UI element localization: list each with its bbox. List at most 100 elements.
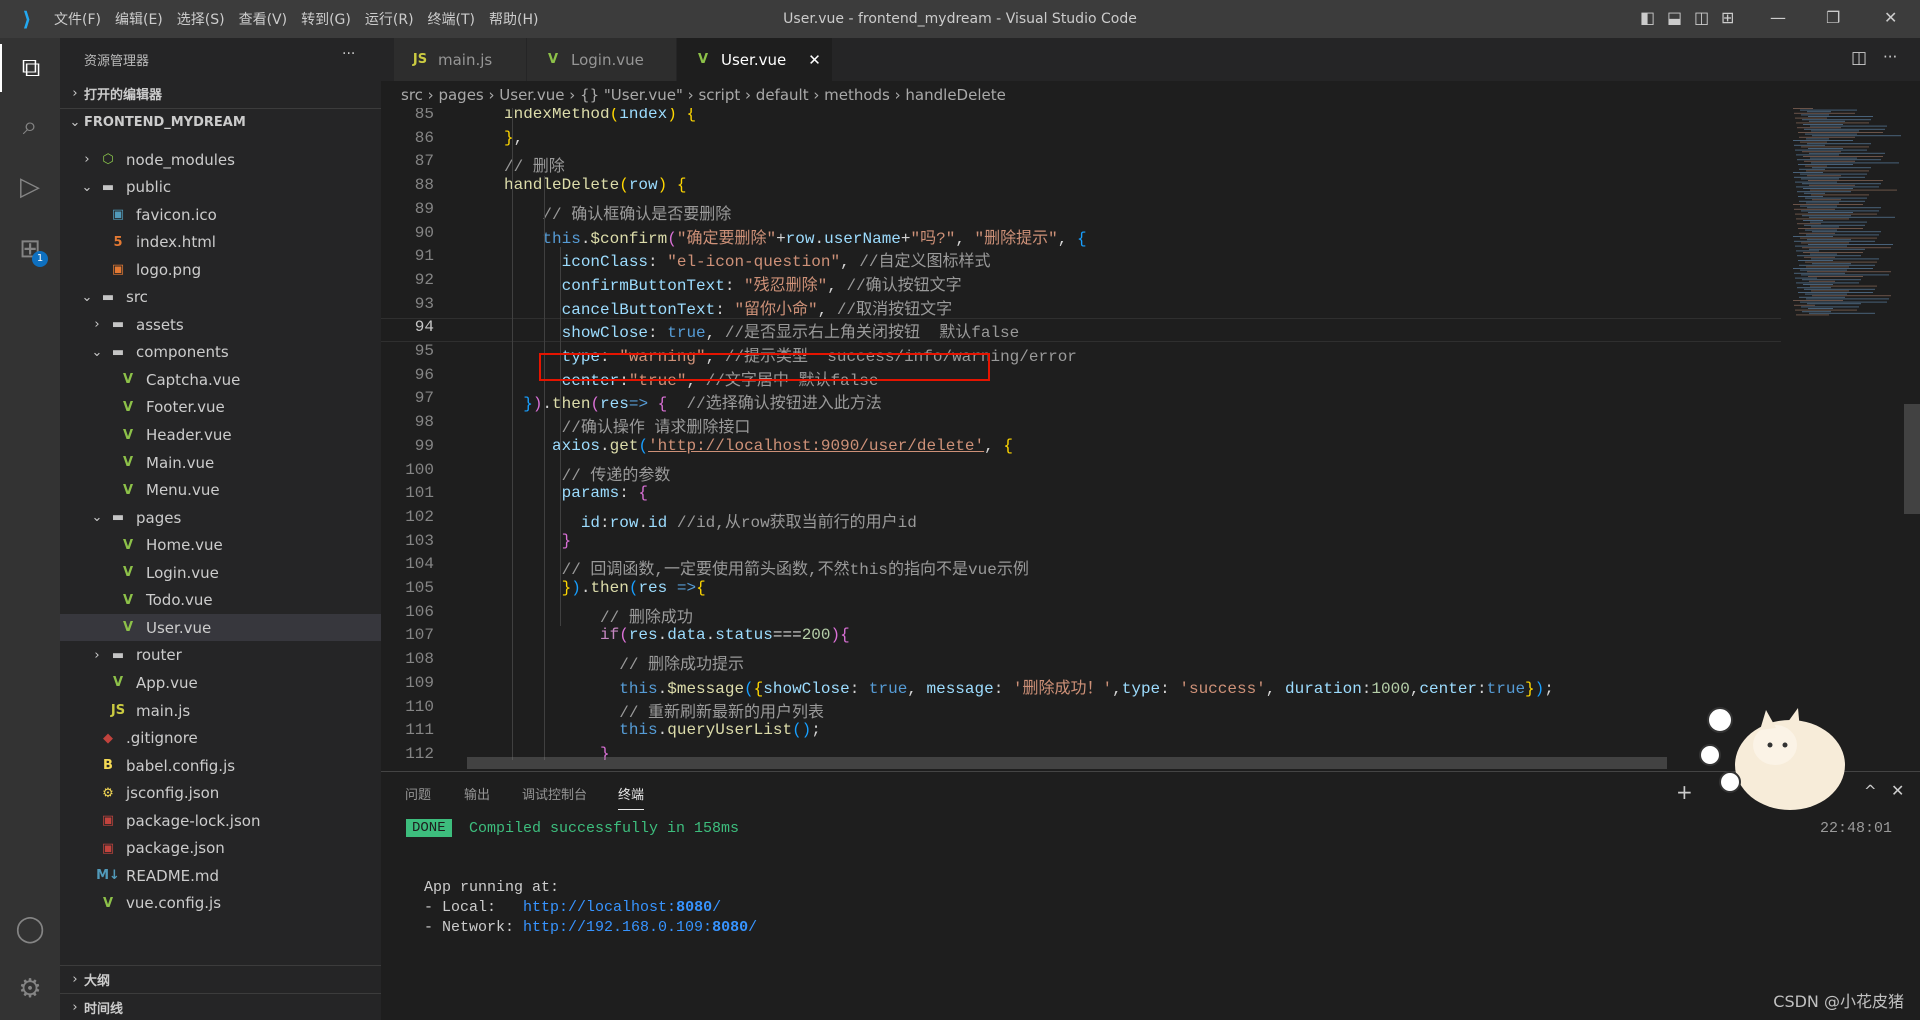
breadcrumb-item[interactable]: {} "User.vue" bbox=[580, 86, 683, 104]
tree-item-file[interactable]: V Captcha.vue bbox=[60, 366, 381, 393]
code-token: === bbox=[772, 626, 802, 645]
panel-tab[interactable]: 问题 bbox=[405, 784, 431, 803]
tree-item-file[interactable]: ⚙ jsconfig.json bbox=[60, 780, 381, 807]
close-tab-icon[interactable]: ✕ bbox=[808, 51, 821, 69]
toggle-sidebar-icon[interactable]: ◧ bbox=[1640, 8, 1655, 27]
tree-item-folder[interactable]: ⌄ ▬ src bbox=[60, 284, 381, 311]
tree-item-folder[interactable]: › ▬ assets bbox=[60, 311, 381, 338]
breadcrumb-item[interactable]: User.vue bbox=[499, 86, 564, 104]
run-debug-icon[interactable]: ▷ bbox=[0, 163, 60, 211]
line-number: 93 bbox=[414, 294, 434, 313]
breadcrumb-item[interactable]: script bbox=[698, 86, 740, 104]
breadcrumb-item[interactable]: handleDelete bbox=[905, 86, 1005, 104]
tree-item-file[interactable]: V Todo.vue bbox=[60, 587, 381, 614]
restore-button[interactable]: ❐ bbox=[1826, 8, 1840, 27]
tree-item-file[interactable]: V Header.vue bbox=[60, 422, 381, 449]
horizontal-scrollbar[interactable] bbox=[467, 757, 1667, 769]
account-icon[interactable]: ◯ bbox=[0, 905, 60, 953]
menu-item[interactable]: 转到(G) bbox=[301, 9, 351, 29]
line-number: 110 bbox=[405, 697, 434, 716]
code-token: true bbox=[1486, 679, 1526, 698]
panel-tab[interactable]: 输出 bbox=[464, 784, 490, 803]
tree-item-file[interactable]: ▣ package-lock.json bbox=[60, 807, 381, 834]
tree-item-file[interactable]: V Home.vue bbox=[60, 532, 381, 559]
tree-item-folder[interactable]: ⌄ ▬ components bbox=[60, 339, 381, 366]
tree-item-file[interactable]: V Footer.vue bbox=[60, 394, 381, 421]
tab-main-js[interactable]: JS main.js bbox=[394, 38, 527, 81]
minimap-line bbox=[1810, 189, 1897, 191]
tree-item-file[interactable]: 5 index.html bbox=[60, 229, 381, 256]
minimap-line bbox=[1808, 308, 1833, 309]
close-panel-icon[interactable]: ✕ bbox=[1891, 781, 1904, 800]
more-actions-icon[interactable]: ··· bbox=[1883, 48, 1897, 66]
menu-item[interactable]: 运行(R) bbox=[365, 9, 414, 29]
tree-item-folder[interactable]: ⌄ ▬ pages bbox=[60, 504, 381, 531]
minimap[interactable] bbox=[1785, 108, 1903, 760]
timeline-section[interactable]: › 时间线 bbox=[60, 993, 381, 1020]
network-url-link[interactable]: http://192.168.0.109:8080/ bbox=[523, 919, 757, 936]
panel-tab[interactable]: 终端 bbox=[618, 784, 645, 810]
breadcrumb-item[interactable]: pages bbox=[438, 86, 483, 104]
tree-item-file[interactable]: V Main.vue bbox=[60, 449, 381, 476]
vue-icon: V bbox=[122, 537, 134, 553]
maximize-panel-icon[interactable]: ^ bbox=[1864, 782, 1877, 800]
annotation-red-box bbox=[539, 353, 990, 381]
customize-layout-icon[interactable]: ⊞ bbox=[1721, 8, 1734, 27]
explorer-icon[interactable]: ⧉ bbox=[0, 44, 60, 92]
split-editor-icon[interactable]: ◫ bbox=[1851, 48, 1867, 68]
code-token: row bbox=[628, 176, 658, 195]
js-icon: JS bbox=[412, 52, 428, 67]
tab-login-vue[interactable]: V Login.vue bbox=[527, 38, 677, 81]
tree-item-file[interactable]: Bbabel.config.js bbox=[60, 752, 381, 779]
npm-icon: ▣ bbox=[101, 813, 115, 829]
vertical-scrollbar[interactable] bbox=[1904, 404, 1920, 514]
toggle-panel-icon[interactable]: ⬓ bbox=[1667, 8, 1682, 27]
tree-item-file[interactable]: ▣ favicon.ico bbox=[60, 201, 381, 228]
minimize-button[interactable]: — bbox=[1770, 8, 1786, 27]
tab-user-vue[interactable]: V User.vue ✕ bbox=[677, 38, 833, 81]
tree-item-folder[interactable]: ⌄ ▬ public bbox=[60, 174, 381, 201]
breadcrumb-item[interactable]: default bbox=[756, 86, 809, 104]
folder-icon: ▬ bbox=[101, 179, 115, 195]
code-token: ( bbox=[744, 679, 754, 698]
code-editor[interactable]: 85 indexMethod(index) {86}, 87// 删除 88 handl… bbox=[381, 108, 1781, 760]
search-icon[interactable]: ⌕ bbox=[0, 102, 60, 150]
toggle-secondary-sidebar-icon[interactable]: ◫ bbox=[1694, 8, 1709, 27]
workspace-root[interactable]: ⌄ FRONTEND_MYDREAM bbox=[60, 108, 381, 135]
line-number: 92 bbox=[414, 270, 434, 289]
code-line: this.$confirm("确定要删除"+row.userName+"吗?",… bbox=[504, 224, 1086, 248]
tree-item-file[interactable]: ◆ .gitignore bbox=[60, 725, 381, 752]
explorer-title: 资源管理器 bbox=[84, 54, 150, 69]
more-actions-icon[interactable]: ··· bbox=[342, 46, 355, 62]
tree-item-file[interactable]: V User.vue bbox=[60, 614, 381, 642]
tree-item-file[interactable]: ▣ package.json bbox=[60, 835, 381, 862]
breadcrumb-item[interactable]: src bbox=[401, 86, 423, 104]
code-line: } bbox=[504, 532, 572, 550]
menu-item[interactable]: 终端(T) bbox=[428, 9, 475, 29]
tree-item-file[interactable]: V Login.vue bbox=[60, 559, 381, 586]
menu-item[interactable]: 查看(V) bbox=[239, 9, 288, 29]
tree-item-file[interactable]: V App.vue bbox=[60, 669, 381, 696]
menu-item[interactable]: 文件(F) bbox=[54, 9, 101, 29]
close-window-button[interactable]: ✕ bbox=[1884, 8, 1897, 27]
extensions-icon[interactable]: ⊞ 1 bbox=[0, 225, 60, 273]
menu-item[interactable]: 编辑(E) bbox=[115, 9, 163, 29]
outline-section[interactable]: › 大纲 bbox=[60, 965, 381, 992]
open-editors-section[interactable]: › 打开的编辑器 bbox=[60, 80, 381, 107]
menu-item[interactable]: 帮助(H) bbox=[489, 9, 538, 29]
tree-item-folder[interactable]: › ⬡ node_modules bbox=[60, 146, 381, 173]
vue-icon: V bbox=[112, 675, 124, 691]
tree-item-file[interactable]: JS main.js bbox=[60, 697, 381, 724]
breadcrumb-item[interactable]: methods bbox=[824, 86, 890, 104]
tree-item-folder[interactable]: › ▬ router bbox=[60, 642, 381, 669]
tree-item-file[interactable]: Vvue.config.js bbox=[60, 890, 381, 917]
tree-item-file[interactable]: V Menu.vue bbox=[60, 477, 381, 504]
tree-item-file[interactable]: M↓ README.md bbox=[60, 862, 381, 889]
menu-item[interactable]: 选择(S) bbox=[177, 9, 225, 29]
panel-tab[interactable]: 调试控制台 bbox=[522, 784, 587, 803]
local-url-link[interactable]: http://localhost:8080/ bbox=[523, 899, 721, 916]
tree-item-file[interactable]: ▣ logo.png bbox=[60, 256, 381, 283]
code-token: userName bbox=[824, 229, 901, 248]
settings-gear-icon[interactable]: ⚙ bbox=[0, 965, 60, 1013]
